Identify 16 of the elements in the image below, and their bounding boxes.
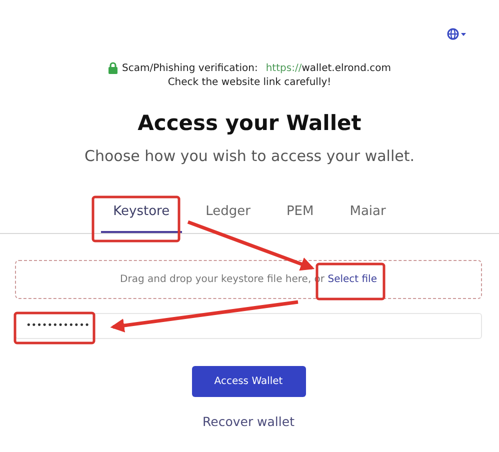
tab[interactable]: Keystore xyxy=(101,194,182,233)
lock-icon xyxy=(108,62,118,74)
select-file-link[interactable]: Select file xyxy=(328,274,377,285)
annotation-box xyxy=(316,262,386,300)
globe-icon[interactable] xyxy=(447,28,467,40)
verification-label: Scam/Phishing verification: xyxy=(122,62,258,74)
page-title: Access your Wallet xyxy=(136,111,362,135)
tab[interactable]: Ledger xyxy=(194,194,262,233)
warning-text: Check the website link carefully! xyxy=(166,77,332,88)
verified-url: https://wallet.elrond.com xyxy=(266,62,391,74)
password-field[interactable]: •••••••••••• xyxy=(15,313,482,339)
tab[interactable]: Maiar xyxy=(338,194,398,233)
tab[interactable]: PEM xyxy=(274,194,326,233)
access-wallet-button[interactable]: Access Wallet xyxy=(192,366,306,397)
recover-wallet-link[interactable]: Recover wallet xyxy=(202,414,294,429)
page-subtitle: Choose how you wish to access your wallet. xyxy=(83,147,416,165)
